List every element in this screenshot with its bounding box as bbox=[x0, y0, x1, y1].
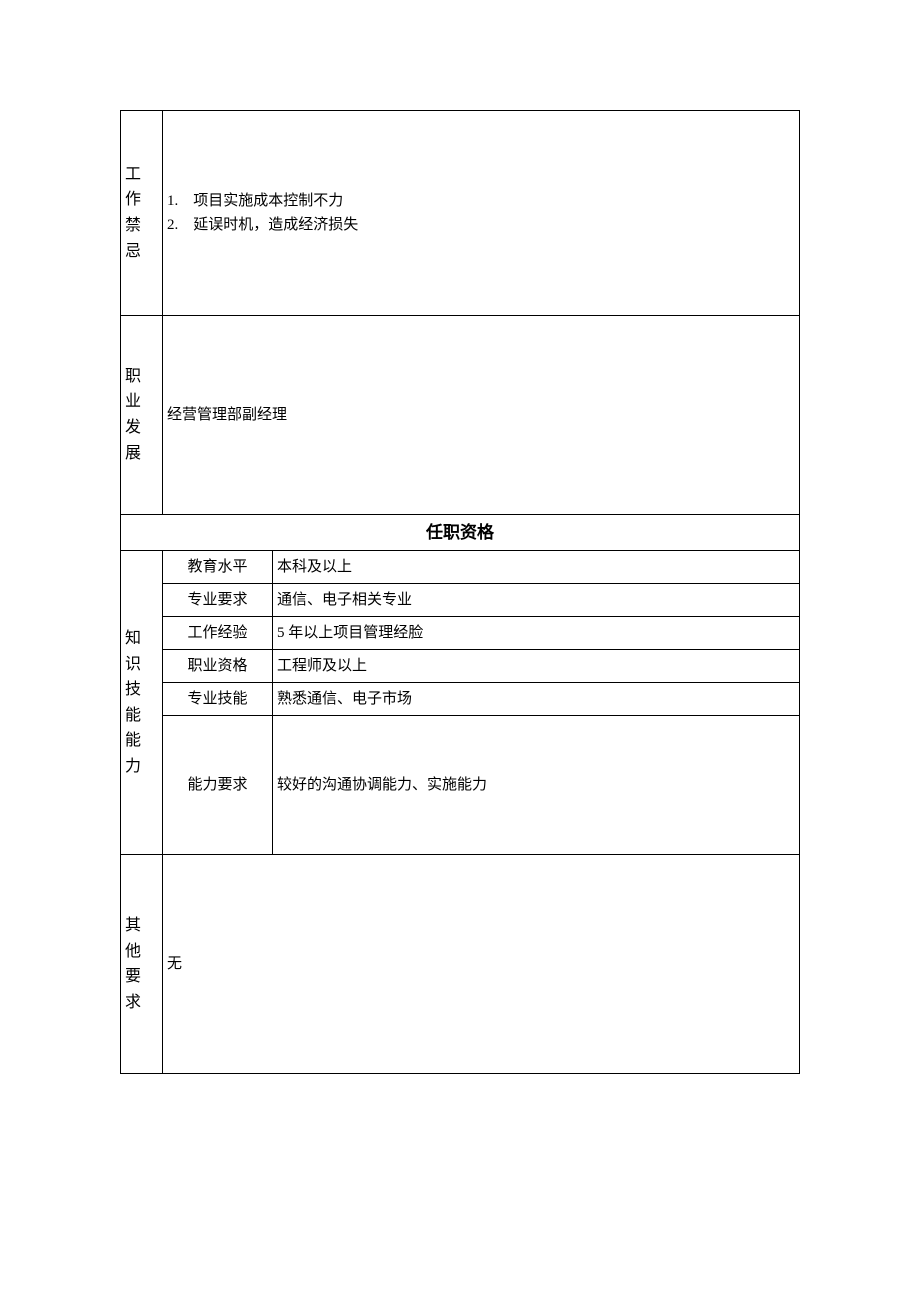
value-major: 通信、电子相关专业 bbox=[273, 584, 800, 617]
label-knowledge-skill: 知识技能能力 bbox=[121, 551, 163, 855]
label-other: 其 他 要 求 bbox=[121, 855, 163, 1074]
value-other: 无 bbox=[163, 855, 800, 1074]
row-cert: 职业资格 工程师及以上 bbox=[121, 650, 800, 683]
label-career: 职业发展 bbox=[121, 316, 163, 515]
document-page: 工 作 禁 忌 1. 项目实施成本控制不力 2. 延误时机，造成经济损失 职业发… bbox=[0, 0, 920, 1301]
row-ability: 能力要求 较好的沟通协调能力、实施能力 bbox=[121, 716, 800, 855]
row-major: 专业要求 通信、电子相关专业 bbox=[121, 584, 800, 617]
value-career: 经营管理部副经理 bbox=[163, 316, 800, 515]
label-qualification-header: 任职资格 bbox=[121, 515, 800, 551]
row-other: 其 他 要 求 无 bbox=[121, 855, 800, 1074]
row-work-taboo: 工 作 禁 忌 1. 项目实施成本控制不力 2. 延误时机，造成经济损失 bbox=[121, 111, 800, 316]
value-experience: 5 年以上项目管理经脸 bbox=[273, 617, 800, 650]
value-education: 本科及以上 bbox=[273, 551, 800, 584]
label-work-taboo: 工 作 禁 忌 bbox=[121, 111, 163, 316]
label-experience: 工作经验 bbox=[163, 617, 273, 650]
row-career: 职业发展 经营管理部副经理 bbox=[121, 316, 800, 515]
job-description-table: 工 作 禁 忌 1. 项目实施成本控制不力 2. 延误时机，造成经济损失 职业发… bbox=[120, 110, 800, 1074]
row-experience: 工作经验 5 年以上项目管理经脸 bbox=[121, 617, 800, 650]
row-skill: 专业技能 熟悉通信、电子市场 bbox=[121, 683, 800, 716]
taboo-item-2: 2. 延误时机，造成经济损失 bbox=[167, 213, 795, 237]
value-skill: 熟悉通信、电子市场 bbox=[273, 683, 800, 716]
value-ability: 较好的沟通协调能力、实施能力 bbox=[273, 716, 800, 855]
value-work-taboo: 1. 项目实施成本控制不力 2. 延误时机，造成经济损失 bbox=[163, 111, 800, 316]
value-cert: 工程师及以上 bbox=[273, 650, 800, 683]
taboo-item-1: 1. 项目实施成本控制不力 bbox=[167, 189, 795, 213]
label-major: 专业要求 bbox=[163, 584, 273, 617]
label-cert: 职业资格 bbox=[163, 650, 273, 683]
row-qualification-header: 任职资格 bbox=[121, 515, 800, 551]
row-education: 知识技能能力 教育水平 本科及以上 bbox=[121, 551, 800, 584]
label-ability: 能力要求 bbox=[163, 716, 273, 855]
label-skill: 专业技能 bbox=[163, 683, 273, 716]
label-education: 教育水平 bbox=[163, 551, 273, 584]
